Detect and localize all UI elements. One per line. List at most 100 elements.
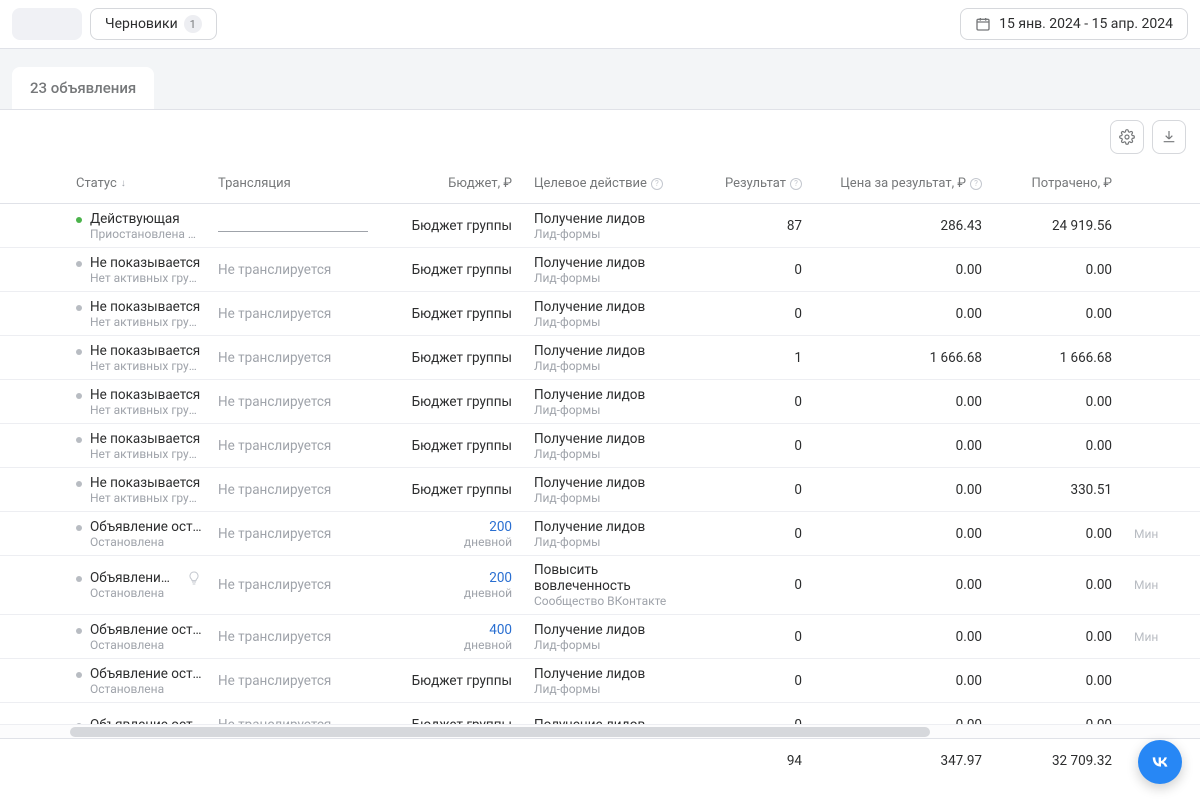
vk-help-fab[interactable] — [1138, 740, 1182, 784]
tab-ads[interactable]: 23 объявления — [12, 67, 154, 109]
broadcast-text: Не транслируется — [218, 394, 331, 410]
table-row[interactable]: Не показываетсяНет активных групп объявл… — [0, 380, 1200, 424]
help-icon[interactable]: ? — [970, 178, 982, 190]
status-sub: Приостановлена по дневному л... — [90, 227, 202, 241]
spent-value: 0.00 — [1086, 438, 1112, 454]
table-row[interactable]: Не показываетсяНет активных групп объявл… — [0, 424, 1200, 468]
spent-value: 0.00 — [1086, 629, 1112, 645]
download-button[interactable] — [1152, 120, 1186, 154]
spent-value: 0.00 — [1086, 577, 1112, 593]
table-row[interactable]: Не показываетсяНет активных групп объявл… — [0, 292, 1200, 336]
spent-value: 24 919.56 — [1052, 218, 1112, 234]
status-sub: Нет активных групп объявлений — [90, 315, 202, 329]
help-icon[interactable]: ? — [790, 178, 802, 190]
target-main: Получение лидов — [534, 431, 692, 447]
header-status[interactable]: Статус↓ — [0, 176, 210, 191]
gear-icon — [1119, 129, 1135, 145]
target-main: Получение лидов — [534, 387, 692, 403]
header-extra — [1120, 176, 1200, 191]
result-value: 0 — [794, 438, 802, 454]
date-range-picker[interactable]: 15 янв. 2024 - 15 апр. 2024 — [960, 8, 1188, 40]
target-sub: Лид-формы — [534, 227, 692, 241]
status-main: Объявление остано... — [90, 570, 172, 586]
header-price[interactable]: Цена за результат, ₽? — [810, 176, 990, 191]
target-sub: Лид-формы — [534, 535, 692, 549]
scrollbar-thumb[interactable] — [70, 727, 930, 737]
budget-value: Бюджет группы — [412, 394, 512, 410]
broadcast-text: Не транслируется — [218, 526, 331, 542]
target-sub: Лид-формы — [534, 491, 692, 505]
settings-button[interactable] — [1110, 120, 1144, 154]
status-dot — [76, 217, 82, 223]
broadcast-text: Не транслируется — [218, 717, 331, 725]
date-range-text: 15 янв. 2024 - 15 апр. 2024 — [999, 16, 1173, 32]
status-main: Объявление остановлено — [90, 717, 202, 725]
budget-value: Бюджет группы — [412, 717, 512, 725]
table-row[interactable]: Не показываетсяНет активных групп объявл… — [0, 468, 1200, 512]
result-value: 1 — [794, 350, 802, 366]
download-icon — [1161, 129, 1177, 145]
status-dot — [76, 525, 82, 531]
broadcast-text: Не транслируется — [218, 306, 331, 322]
target-main: Получение лидов — [534, 717, 692, 725]
status-dot — [76, 349, 82, 355]
table-row[interactable]: Объявление остановленоОстановленаНе тран… — [0, 615, 1200, 659]
budget-value: Бюджет группы — [412, 218, 512, 234]
status-main: Не показывается — [90, 387, 202, 403]
drafts-chip[interactable]: Черновики 1 — [90, 8, 217, 40]
table-row[interactable]: Объявление остановленоОстановленаНе тран… — [0, 512, 1200, 556]
result-value: 0 — [794, 394, 802, 410]
status-main: Не показывается — [90, 299, 202, 315]
status-sub: Остановлена — [90, 638, 202, 652]
table-row[interactable]: Объявление остано...ОстановленаНе трансл… — [0, 556, 1200, 615]
extra-label: Мин — [1134, 527, 1158, 541]
budget-value: Бюджет группы — [412, 438, 512, 454]
price-value: 0.00 — [956, 482, 982, 498]
budget-amount[interactable]: 200 — [378, 519, 512, 535]
header-result[interactable]: Результат? — [700, 176, 810, 191]
hint-bulb-icon[interactable] — [186, 570, 202, 586]
header-target[interactable]: Целевое действие? — [520, 176, 700, 191]
header-trans[interactable]: Трансляция — [210, 176, 370, 191]
target-main: Получение лидов — [534, 666, 692, 682]
extra-label: Мин — [1134, 630, 1158, 644]
status-sub: Нет активных групп объявлений — [90, 271, 202, 285]
result-value: 0 — [794, 306, 802, 322]
price-value: 0.00 — [956, 577, 982, 593]
table-row[interactable]: Не показываетсяНет активных групп объявл… — [0, 336, 1200, 380]
broadcast-bar — [218, 231, 368, 232]
budget-period: дневной — [378, 638, 512, 652]
filter-chip-blank[interactable] — [12, 8, 82, 40]
horizontal-scrollbar[interactable] — [0, 724, 1200, 738]
status-sub: Нет активных групп объявлений — [90, 491, 202, 505]
target-sub: Лид-формы — [534, 271, 692, 285]
table-row[interactable]: Не показываетсяНет активных групп объявл… — [0, 248, 1200, 292]
status-main: Не показывается — [90, 343, 202, 359]
budget-amount[interactable]: 400 — [378, 622, 512, 638]
table-row[interactable]: Объявление остановленоОстановленаНе тран… — [0, 659, 1200, 703]
action-row — [0, 110, 1200, 164]
help-icon[interactable]: ? — [651, 178, 663, 190]
header-budget[interactable]: Бюджет, ₽ — [370, 176, 520, 191]
price-value: 0.00 — [956, 673, 982, 689]
result-value: 0 — [794, 482, 802, 498]
status-sub: Нет активных групп объявлений — [90, 359, 202, 373]
target-sub: Лид-формы — [534, 315, 692, 329]
vk-icon — [1149, 751, 1171, 773]
target-sub: Лид-формы — [534, 638, 692, 652]
header-spent[interactable]: Потрачено, ₽ — [990, 176, 1120, 191]
budget-value: Бюджет группы — [412, 306, 512, 322]
target-main: Получение лидов — [534, 343, 692, 359]
table-row[interactable]: ДействующаяПриостановлена по дневному л.… — [0, 204, 1200, 248]
status-sub: Остановлена — [90, 586, 172, 600]
status-dot — [76, 305, 82, 311]
target-sub: Лид-формы — [534, 359, 692, 373]
result-value: 0 — [794, 262, 802, 278]
price-value: 0.00 — [956, 262, 982, 278]
calendar-icon — [975, 16, 991, 32]
result-value: 0 — [794, 629, 802, 645]
budget-amount[interactable]: 200 — [378, 570, 512, 586]
broadcast-text: Не транслируется — [218, 262, 331, 278]
table-row[interactable]: Объявление остановлено Не транслируется Бю… — [0, 703, 1200, 724]
spent-value: 0.00 — [1086, 306, 1112, 322]
